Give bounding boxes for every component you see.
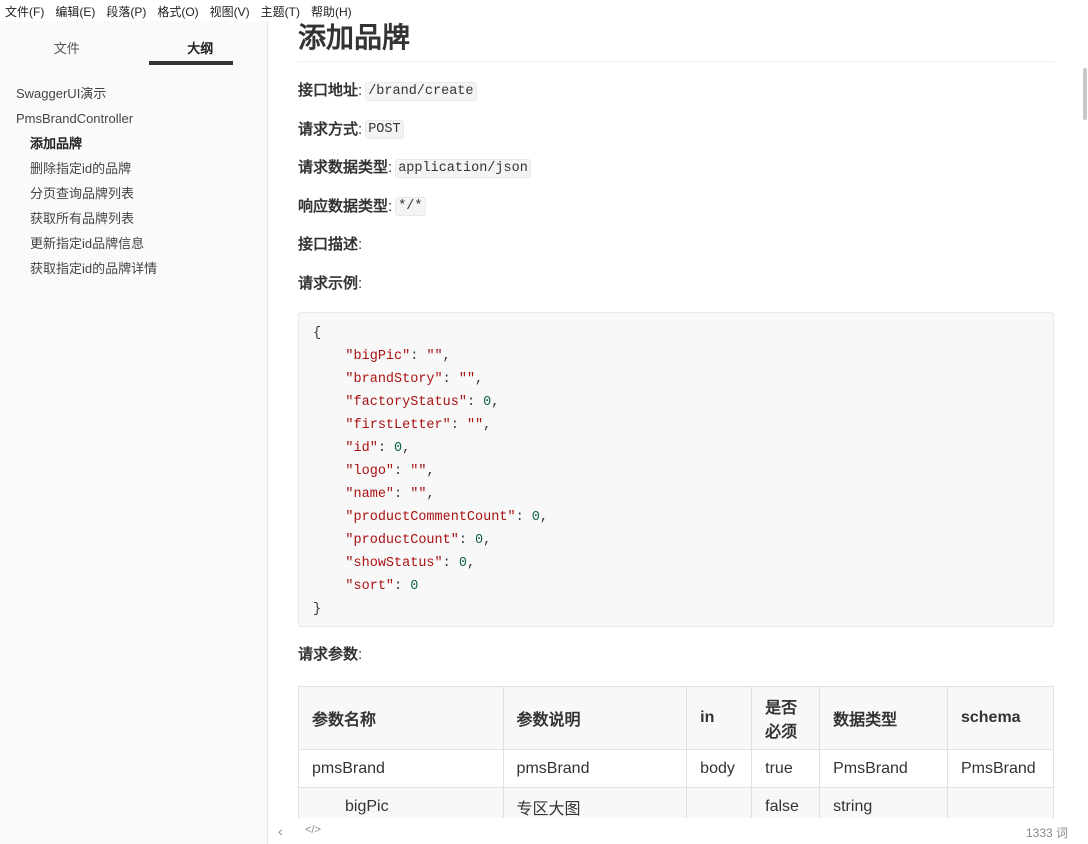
json-key: "productCount" <box>345 533 459 548</box>
field-label: 请求示例 <box>298 274 359 292</box>
field-label: 接口描述 <box>298 236 359 254</box>
json-key: "firstLetter" <box>345 418 451 433</box>
field-row: 接口描述: <box>298 226 1054 265</box>
menu-theme[interactable]: 主题(T) <box>256 0 306 21</box>
json-value: 0 <box>394 441 403 456</box>
editor: 添加品牌 接口地址:/brand/create 请求方式: POST 请求数据类型: a… <box>268 21 1088 818</box>
table-cell <box>946 787 1055 818</box>
sidebar: 文件 大纲 SwaggerUI演示 PmsBrandController 添加品牌删… <box>0 21 268 844</box>
json-value: "" <box>410 464 427 479</box>
json-value: 0 <box>483 395 492 410</box>
field-value: POST <box>365 120 404 140</box>
menu-paragraph[interactable]: 段落(P) <box>101 0 152 21</box>
field-value: */* <box>395 197 426 217</box>
menu-view[interactable]: 视图(V) <box>205 0 256 21</box>
tab-outline[interactable]: 大纲 <box>134 21 268 65</box>
outline-item[interactable]: PmsBrandController <box>0 106 267 131</box>
json-key: "brandStory" <box>345 372 443 387</box>
json-key: "productCommentCount" <box>345 510 516 525</box>
scrollbar[interactable] <box>1083 68 1087 120</box>
json-key: "logo" <box>345 464 395 479</box>
menu-format[interactable]: 格式(O) <box>152 0 204 21</box>
column-header: in <box>686 686 753 750</box>
params-label: 请求参数 <box>298 646 359 664</box>
field-row: 请求示例: <box>298 265 1054 304</box>
table-cell: 专区大图 <box>502 787 688 818</box>
json-value: "" <box>466 418 484 433</box>
page-title: 添加品牌 <box>298 21 1054 62</box>
code-block[interactable]: { "bigPic": "", "brandStory": "", "facto… <box>298 312 1054 627</box>
tab-files[interactable]: 文件 <box>0 21 134 65</box>
column-header: 数据类型 <box>819 686 948 750</box>
json-key: "name" <box>345 487 395 502</box>
table-row: bigPic 专区大图 false string <box>298 787 1055 818</box>
json-key: "bigPic" <box>345 349 411 364</box>
field-row: 请求方式: POST <box>298 111 1054 150</box>
table-cell: PmsBrand <box>819 749 948 788</box>
outline-item[interactable]: 分页查询品牌列表 <box>0 181 267 206</box>
menu-file[interactable]: 文件(F) <box>0 0 50 21</box>
menu-bar: 文件(F) 编辑(E) 段落(P) 格式(O) 视图(V) 主题(T) 帮助(H… <box>0 0 1088 21</box>
json-value: "" <box>426 349 443 364</box>
params-heading: 请求参数: <box>298 636 362 675</box>
status-bar: ‹ </> 1333 词 <box>268 818 1088 844</box>
table-cell: PmsBrand <box>946 749 1055 788</box>
outline-item[interactable]: 更新指定id品牌信息 <box>0 231 267 256</box>
field-row: 响应数据类型: */* <box>298 188 1054 227</box>
field-label: 请求数据类型 <box>298 159 389 177</box>
outline-item[interactable]: SwaggerUI演示 <box>0 81 267 106</box>
column-header: schema <box>946 686 1055 750</box>
table-cell: bigPic <box>298 787 504 818</box>
outline-item[interactable]: 添加品牌 <box>0 131 267 156</box>
brace: { <box>313 326 322 341</box>
table-cell: true <box>751 749 821 788</box>
json-key: "showStatus" <box>345 556 443 571</box>
json-value: "" <box>410 487 427 502</box>
table-cell: false <box>751 787 821 818</box>
field-label: 接口地址 <box>298 82 359 100</box>
field-value: /brand/create <box>365 81 477 101</box>
json-value: 0 <box>531 510 540 525</box>
menu-help[interactable]: 帮助(H) <box>306 0 358 21</box>
column-header: 参数说明 <box>502 686 688 750</box>
json-value: 0 <box>458 556 467 571</box>
brace: } <box>313 602 322 617</box>
source-code-icon[interactable]: </> <box>305 824 321 836</box>
column-header: 是否必须 <box>751 686 821 750</box>
json-key: "factoryStatus" <box>345 395 467 410</box>
back-icon[interactable]: ‹ <box>278 823 283 839</box>
outline-list: SwaggerUI演示 PmsBrandController 添加品牌 删除指定id的… <box>0 65 267 281</box>
field-label: 请求方式 <box>298 120 359 138</box>
field-row: 请求数据类型: application/json <box>298 149 1054 188</box>
field-value: application/json <box>395 158 531 178</box>
menu-edit[interactable]: 编辑(E) <box>50 0 101 21</box>
json-value: 0 <box>475 533 484 548</box>
json-key: "sort" <box>345 579 395 594</box>
outline-item[interactable]: 删除指定id的品牌 <box>0 156 267 181</box>
outline-item[interactable]: 获取所有品牌列表 <box>0 206 267 231</box>
column-header: 参数名称 <box>298 686 504 750</box>
json-value: "" <box>458 372 476 387</box>
params-table: 参数名称 参数说明 in 是否必须 数据类型 schema pmsBrand pmsBran… <box>298 686 1055 818</box>
table-row: pmsBrand pmsBrand body true PmsBrand PmsBrand <box>298 749 1055 788</box>
table-cell <box>686 787 753 818</box>
outline-item[interactable]: 获取指定id的品牌详情 <box>0 256 267 281</box>
table-cell: body <box>686 749 753 788</box>
table-cell: pmsBrand <box>298 749 504 788</box>
json-key: "id" <box>345 441 378 456</box>
field-row: 接口地址:/brand/create <box>298 72 1054 111</box>
field-label: 响应数据类型 <box>298 197 389 215</box>
word-count[interactable]: 1333 词 <box>1026 824 1068 841</box>
table-cell: string <box>819 787 948 818</box>
json-value: 0 <box>410 579 419 594</box>
table-cell: pmsBrand <box>502 749 688 788</box>
